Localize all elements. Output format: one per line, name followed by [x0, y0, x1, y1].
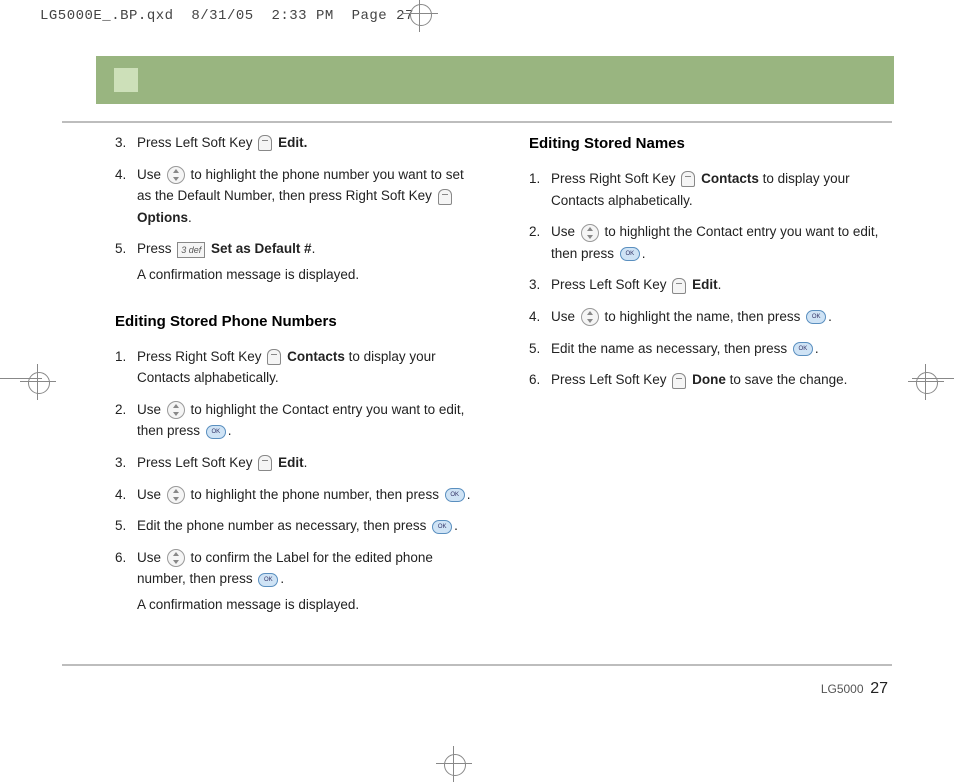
ok-key-icon: OK: [793, 342, 813, 356]
step-number: 4.: [529, 306, 551, 328]
instruction-step: 2.Use to highlight the Contact entry you…: [529, 221, 895, 264]
instruction-step: 6.Press Left Soft Key Done to save the c…: [529, 369, 895, 391]
step-text: Use to highlight the Contact entry you w…: [551, 221, 895, 264]
step-number: 1.: [529, 168, 551, 211]
nav-key-icon: [167, 549, 185, 567]
soft-key-icon: [672, 373, 686, 389]
step-number: 5.: [529, 338, 551, 360]
right-column: Editing Stored Names 1.Press Right Soft K…: [529, 132, 895, 626]
step-number: 2.: [529, 221, 551, 264]
registration-mark-top: [406, 0, 434, 28]
step-text: Press Left Soft Key Edit.: [137, 132, 481, 154]
ok-key-icon: OK: [432, 520, 452, 534]
step-number: 5.: [115, 515, 137, 537]
header-page: Page 27: [352, 8, 414, 24]
instruction-step: 5.Edit the name as necessary, then press…: [529, 338, 895, 360]
ok-key-icon: OK: [806, 310, 826, 324]
soft-key-icon: [258, 135, 272, 151]
soft-key-icon: [438, 189, 452, 205]
step-text: Use to highlight the name, then press OK…: [551, 306, 895, 328]
instruction-step: 3.Press Left Soft Key Edit.: [529, 274, 895, 296]
nav-key-icon: [581, 224, 599, 242]
instruction-step: 4.Use to highlight the phone number you …: [115, 164, 481, 229]
instruction-step: 3.Press Left Soft Key Edit.: [115, 452, 481, 474]
step-number: 4.: [115, 484, 137, 506]
step-number: 3.: [529, 274, 551, 296]
footer-model: LG5000: [821, 682, 864, 696]
step-text: Press 3 def Set as Default #.A confirmat…: [137, 238, 481, 285]
ok-key-icon: OK: [258, 573, 278, 587]
instruction-step: 6.Use to confirm the Label for the edite…: [115, 547, 481, 616]
registration-mark-left: [24, 368, 52, 396]
header-tab: [114, 68, 138, 92]
rule-bottom: [62, 664, 892, 666]
instruction-step: 1.Press Right Soft Key Contacts to displ…: [529, 168, 895, 211]
ok-key-icon: OK: [206, 425, 226, 439]
instruction-step: 4.Use to highlight the name, then press …: [529, 306, 895, 328]
ok-key-icon: OK: [620, 247, 640, 261]
content-area: 3.Press Left Soft Key Edit.4.Use to high…: [115, 132, 905, 626]
header-band: [96, 56, 894, 104]
step-number: 5.: [115, 238, 137, 285]
step-number: 4.: [115, 164, 137, 229]
step-text: Edit the name as necessary, then press O…: [551, 338, 895, 360]
section-title: Editing Stored Names: [529, 132, 895, 156]
section-title: Editing Stored Phone Numbers: [115, 310, 481, 334]
instruction-step: 5.Edit the phone number as necessary, th…: [115, 515, 481, 537]
step-text: Use to confirm the Label for the edited …: [137, 547, 481, 616]
instruction-step: 2.Use to highlight the Contact entry you…: [115, 399, 481, 442]
ok-key-icon: OK: [445, 488, 465, 502]
step-text: Use to highlight the phone number you wa…: [137, 164, 481, 229]
print-header: LG5000E_.BP.qxd 8/31/05 2:33 PM Page 27: [40, 8, 414, 24]
footer-page-number: 27: [870, 680, 888, 697]
digit-3-key-icon: 3 def: [177, 242, 205, 258]
crop-tick-left: [0, 378, 42, 379]
step-number: 3.: [115, 132, 137, 154]
soft-key-icon: [258, 455, 272, 471]
instruction-step: 4.Use to highlight the phone number, the…: [115, 484, 481, 506]
step-text: Press Left Soft Key Edit.: [551, 274, 895, 296]
header-date: 8/31/05: [191, 8, 253, 24]
instruction-step: 5.Press 3 def Set as Default #.A confirm…: [115, 238, 481, 285]
registration-mark-bottom: [440, 750, 468, 778]
nav-key-icon: [167, 401, 185, 419]
instruction-step: 3.Press Left Soft Key Edit.: [115, 132, 481, 154]
step-number: 2.: [115, 399, 137, 442]
step-text: Use to highlight the phone number, then …: [137, 484, 481, 506]
instruction-step: 1.Press Right Soft Key Contacts to displ…: [115, 346, 481, 389]
step-text: Press Left Soft Key Done to save the cha…: [551, 369, 895, 391]
soft-key-icon: [681, 171, 695, 187]
header-filename: LG5000E_.BP.qxd: [40, 8, 174, 24]
step-text: Press Right Soft Key Contacts to display…: [137, 346, 481, 389]
step-number: 1.: [115, 346, 137, 389]
step-text: Press Left Soft Key Edit.: [137, 452, 481, 474]
soft-key-icon: [267, 349, 281, 365]
step-number: 6.: [115, 547, 137, 616]
registration-mark-right: [912, 368, 940, 396]
rule-top: [62, 121, 892, 123]
header-time: 2:33 PM: [271, 8, 333, 24]
nav-key-icon: [581, 308, 599, 326]
soft-key-icon: [672, 278, 686, 294]
step-text: Edit the phone number as necessary, then…: [137, 515, 481, 537]
step-number: 6.: [529, 369, 551, 391]
left-column: 3.Press Left Soft Key Edit.4.Use to high…: [115, 132, 481, 626]
footer: LG5000 27: [821, 680, 888, 698]
step-text: Press Right Soft Key Contacts to display…: [551, 168, 895, 211]
nav-key-icon: [167, 166, 185, 184]
crop-tick-right: [912, 378, 954, 379]
step-number: 3.: [115, 452, 137, 474]
nav-key-icon: [167, 486, 185, 504]
step-text: Use to highlight the Contact entry you w…: [137, 399, 481, 442]
